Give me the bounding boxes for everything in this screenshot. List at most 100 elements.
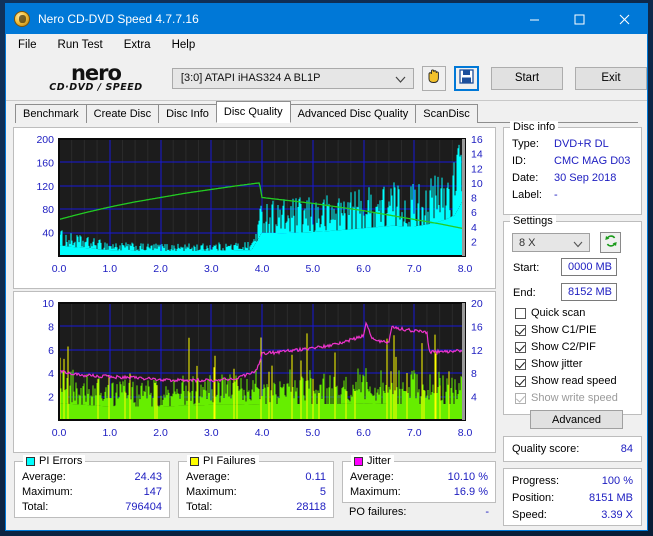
- row-value: CMC MAG D03: [554, 155, 631, 167]
- svg-text:7.0: 7.0: [407, 263, 422, 275]
- checkbox-quick-scan[interactable]: Quick scan: [515, 307, 585, 319]
- row-value: 3.39 X: [601, 509, 633, 521]
- row-value: DVD+R DL: [554, 138, 609, 150]
- tab-disc-quality[interactable]: Disc Quality: [215, 101, 291, 123]
- drive-select[interactable]: [3:0] ATAPI iHAS324 A BL1P: [171, 67, 414, 89]
- jitter-stats: Jitter Average: 10.10 % Maximum: 16.9 %: [342, 455, 496, 503]
- title-bar: Nero CD-DVD Speed 4.7.7.16: [6, 4, 647, 34]
- table-row: Average: 24.43: [15, 470, 169, 485]
- tab-disc-info[interactable]: Disc Info: [158, 104, 217, 123]
- row-value: 30 Sep 2018: [554, 172, 617, 184]
- row-value: 10.10 %: [447, 471, 488, 483]
- svg-text:200: 200: [36, 134, 54, 146]
- svg-text:8.0: 8.0: [458, 263, 473, 275]
- svg-text:40: 40: [42, 228, 54, 240]
- advanced-button[interactable]: Advanced: [530, 410, 623, 429]
- svg-text:120: 120: [36, 181, 54, 193]
- table-row: Type: DVD+R DL: [504, 136, 641, 153]
- disc-info-title-text: Disc info: [513, 121, 556, 133]
- pi-errors-chart: 0.0 1.0 2.0 3.0 4.0 5.0 6.0 7.0 8.0 200 160 120 80 40…: [13, 127, 496, 289]
- svg-text:4: 4: [471, 392, 477, 404]
- pi-errors-chart-canvas: 0.0 1.0 2.0 3.0 4.0 5.0 6.0 7.0 8.0 200 160 120 80 40…: [36, 134, 483, 275]
- checkbox-box: [515, 324, 526, 336]
- svg-text:7.0: 7.0: [407, 427, 422, 439]
- svg-text:14: 14: [471, 149, 483, 161]
- start-button[interactable]: Start: [490, 66, 563, 90]
- tab-advanced-disc-quality[interactable]: Advanced Disc Quality: [289, 104, 417, 123]
- svg-text:3.0: 3.0: [204, 263, 219, 275]
- window-title: Nero CD-DVD Speed 4.7.7.16: [38, 12, 199, 26]
- settings-group: Settings 8 X Start: 0000 MB End: 8152 MB…: [503, 215, 642, 429]
- pi-errors-stats-title: PI Errors: [23, 455, 86, 467]
- disc-quality-panel: 0.0 1.0 2.0 3.0 4.0 5.0 6.0 7.0 8.0 200 160 120 80 40…: [6, 121, 647, 530]
- svg-text:8: 8: [471, 193, 477, 205]
- svg-text:20: 20: [471, 298, 483, 310]
- pi-failures-stats: PI Failures Average: 0.11 Maximum: 5 Total…: [178, 455, 334, 518]
- checkbox-show-read-speed[interactable]: Show read speed: [515, 375, 617, 387]
- tab-scandisc[interactable]: ScanDisc: [415, 104, 478, 123]
- end-input[interactable]: 8152 MB: [561, 283, 617, 301]
- refresh-arrows-icon: [604, 234, 618, 251]
- menu-item-help[interactable]: Help: [170, 37, 206, 53]
- row-label: Position:: [512, 492, 555, 504]
- checkbox-show-c2-pif[interactable]: Show C2/PIF: [515, 341, 596, 353]
- jitter-stats-title: Jitter: [351, 455, 394, 467]
- svg-text:12: 12: [471, 345, 483, 357]
- po-failures-row: PO failures: -: [342, 505, 496, 520]
- close-icon[interactable]: [602, 4, 647, 34]
- table-row: Date: 30 Sep 2018: [504, 170, 641, 187]
- table-row: Progress: 100 %: [504, 473, 641, 490]
- checkbox-show-c1-pie[interactable]: Show C1/PIE: [515, 324, 596, 336]
- checkbox-label: Show jitter: [531, 358, 583, 370]
- start-input[interactable]: 0000 MB: [561, 258, 617, 276]
- menu-item-run-test[interactable]: Run Test: [56, 37, 113, 53]
- row-label: Maximum:: [186, 486, 237, 498]
- svg-text:16: 16: [471, 134, 483, 146]
- svg-text:10: 10: [471, 178, 483, 190]
- menu-item-extra[interactable]: Extra: [122, 37, 161, 53]
- pi-errors-swatch: [26, 456, 35, 466]
- row-value: 796404: [125, 501, 162, 513]
- svg-text:2.0: 2.0: [153, 427, 168, 439]
- table-row: Speed: 3.39 X: [504, 507, 641, 524]
- svg-text:80: 80: [42, 204, 54, 216]
- chevron-down-icon: [573, 239, 583, 251]
- table-row: Maximum: 16.9 %: [343, 485, 495, 500]
- logo-wordmark: nero: [70, 61, 122, 86]
- row-label: Label:: [512, 189, 542, 201]
- menu-item-file[interactable]: File: [16, 37, 47, 53]
- exit-button[interactable]: Exit: [574, 66, 647, 90]
- settings-title: Settings: [510, 215, 556, 227]
- row-value: 28118: [296, 501, 326, 513]
- svg-text:6.0: 6.0: [356, 427, 371, 439]
- row-label: Average:: [186, 471, 230, 483]
- row-value: 100 %: [601, 475, 633, 487]
- refresh-button[interactable]: [600, 232, 621, 253]
- window-controls: [512, 4, 647, 34]
- checkbox-label: Show C1/PIE: [531, 324, 597, 336]
- tab-strip: Benchmark Create Disc Disc Info Disc Qua…: [6, 101, 647, 123]
- svg-text:5.0: 5.0: [305, 427, 320, 439]
- jitter-swatch: [354, 456, 363, 466]
- maximize-icon[interactable]: [557, 4, 602, 34]
- svg-text:1.0: 1.0: [102, 427, 117, 439]
- hand-button[interactable]: [421, 65, 447, 91]
- chevron-down-icon: [395, 75, 406, 87]
- table-row: Maximum: 5: [179, 485, 333, 500]
- menu-bar: File Run Test Extra Help: [6, 34, 647, 56]
- row-label: Date:: [512, 172, 539, 184]
- checkbox-label: Show write speed: [531, 392, 618, 404]
- checkbox-box: [515, 358, 526, 370]
- checkbox-show-jitter[interactable]: Show jitter: [515, 358, 582, 370]
- checkbox-show-write-speed: Show write speed: [515, 392, 618, 404]
- tab-benchmark[interactable]: Benchmark: [15, 104, 87, 123]
- svg-text:6.0: 6.0: [356, 263, 371, 275]
- start-label: Start:: [513, 262, 540, 274]
- minimize-icon[interactable]: [512, 4, 557, 34]
- checkbox-box: [515, 341, 526, 353]
- speed-select[interactable]: 8 X: [512, 233, 590, 252]
- save-button[interactable]: [454, 65, 479, 91]
- disc-info-title: Disc info: [510, 121, 559, 133]
- svg-text:12: 12: [471, 163, 483, 175]
- tab-create-disc[interactable]: Create Disc: [85, 104, 160, 123]
